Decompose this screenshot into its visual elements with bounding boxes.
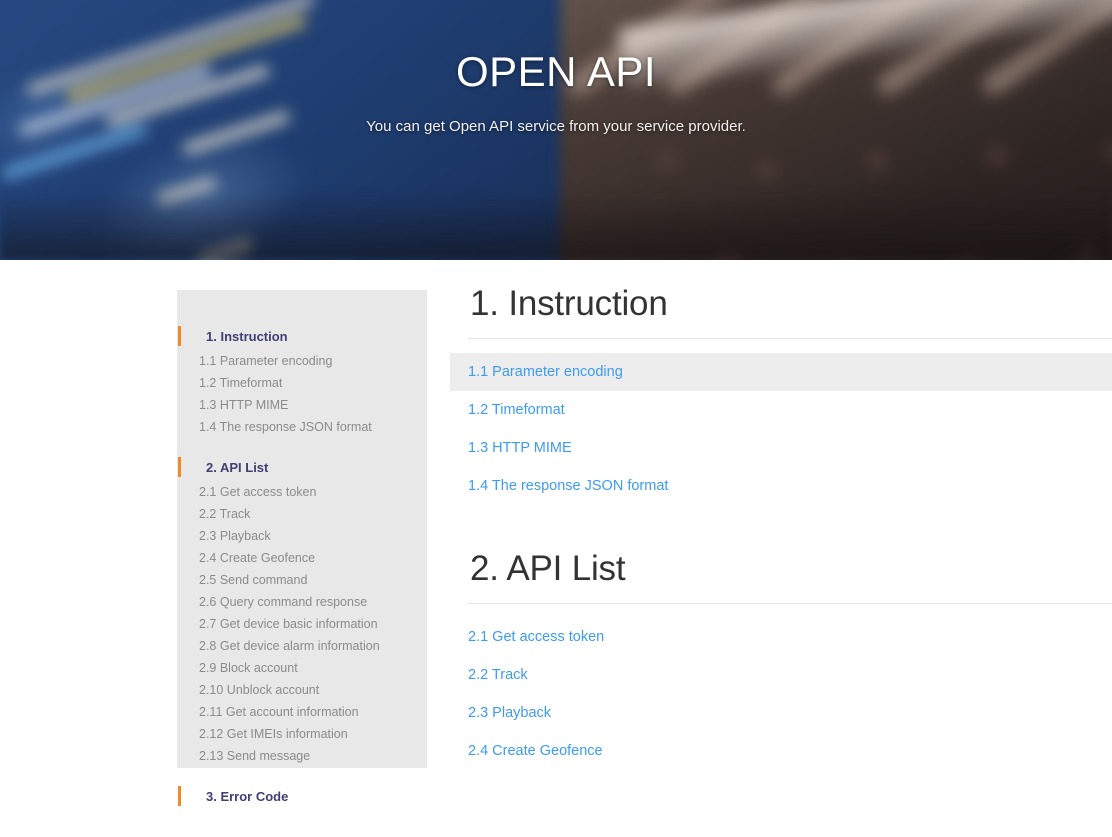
sidebar-item-2-13[interactable]: 2.13 Send message	[177, 745, 427, 767]
content-heading-2: 2. API List	[468, 549, 1112, 603]
content-link-list-2: 2.1 Get access token 2.2 Track 2.3 Playbac…	[468, 618, 1112, 770]
sidebar-item-2-12[interactable]: 2.12 Get IMEIs information	[177, 723, 427, 745]
content-link[interactable]: 2.1 Get access token	[468, 629, 604, 645]
heading-divider	[468, 603, 1112, 604]
accent-bar-icon	[178, 326, 181, 346]
content-link[interactable]: 2.4 Create Geofence	[468, 743, 603, 759]
sidebar-item-2-2[interactable]: 2.2 Track	[177, 503, 427, 525]
content-link-row[interactable]: 2.3 Playback	[450, 694, 1112, 732]
sidebar-item-2-3[interactable]: 2.3 Playback	[177, 525, 427, 547]
accent-bar-icon	[178, 786, 181, 806]
accent-bar-icon	[178, 457, 181, 477]
content-link-row[interactable]: 2.4 Create Geofence	[450, 732, 1112, 770]
content-heading-1: 1. Instruction	[468, 284, 1112, 338]
section-spacer	[468, 505, 1112, 549]
sidebar-section-label: 3. Error Code	[206, 789, 288, 804]
sidebar-item-2-1[interactable]: 2.1 Get access token	[177, 481, 427, 503]
content-link[interactable]: 1.3 HTTP MIME	[468, 440, 572, 456]
sidebar-section-1[interactable]: 1. Instruction	[177, 323, 427, 350]
sidebar-list: 1. Instruction 1.1 Parameter encoding1.2 …	[177, 323, 427, 810]
page-title: OPEN API	[0, 0, 1112, 96]
sidebar-section-2[interactable]: 2. API List	[177, 454, 427, 481]
content-link[interactable]: 1.2 Timeformat	[468, 402, 565, 418]
content-link[interactable]: 1.1 Parameter encoding	[468, 364, 623, 380]
sidebar-section-3[interactable]: 3. Error Code	[177, 783, 427, 810]
sidebar-item-1-3[interactable]: 1.3 HTTP MIME	[177, 394, 427, 416]
content-link[interactable]: 1.4 The response JSON format	[468, 478, 668, 494]
sidebar-item-2-9[interactable]: 2.9 Block account	[177, 657, 427, 679]
sidebar-item-2-5[interactable]: 2.5 Send command	[177, 569, 427, 591]
heading-divider	[468, 338, 1112, 339]
hero-bottom-shade	[0, 190, 1112, 260]
content-link-row[interactable]: 2.1 Get access token	[450, 618, 1112, 656]
sidebar-section-label: 1. Instruction	[206, 329, 288, 344]
main-content: 1. Instruction 1.1 Parameter encoding 1.2 …	[468, 284, 1112, 770]
sidebar-item-1-2[interactable]: 1.2 Timeformat	[177, 372, 427, 394]
content-link-row[interactable]: 2.2 Track	[450, 656, 1112, 694]
sidebar-nav: 1. Instruction 1.1 Parameter encoding1.2 …	[177, 290, 427, 768]
content-link[interactable]: 2.3 Playback	[468, 705, 551, 721]
sidebar-item-2-8[interactable]: 2.8 Get device alarm information	[177, 635, 427, 657]
content-link-row[interactable]: 1.4 The response JSON format	[450, 467, 1112, 505]
sidebar-item-1-4[interactable]: 1.4 The response JSON format	[177, 416, 427, 438]
content-link-row[interactable]: 1.1 Parameter encoding	[450, 353, 1112, 391]
sidebar-item-2-7[interactable]: 2.7 Get device basic information	[177, 613, 427, 635]
hero-banner: OPEN API You can get Open API service fr…	[0, 0, 1112, 260]
page-body: 1. Instruction1.1 Parameter encoding1.2 …	[0, 260, 1112, 837]
sidebar-item-2-10[interactable]: 2.10 Unblock account	[177, 679, 427, 701]
sidebar-section-label: 2. API List	[206, 460, 268, 475]
content-link-list-1: 1.1 Parameter encoding 1.2 Timeformat 1.3 …	[468, 353, 1112, 505]
content-link-row[interactable]: 1.3 HTTP MIME	[450, 429, 1112, 467]
sidebar-item-1-1[interactable]: 1.1 Parameter encoding	[177, 350, 427, 372]
content-link-row[interactable]: 1.2 Timeformat	[450, 391, 1112, 429]
sidebar-item-2-6[interactable]: 2.6 Query command response	[177, 591, 427, 613]
page-subtitle: You can get Open API service from your s…	[0, 96, 1112, 135]
content-link[interactable]: 2.2 Track	[468, 667, 528, 683]
sidebar-item-2-11[interactable]: 2.11 Get account information	[177, 701, 427, 723]
sidebar-item-2-4[interactable]: 2.4 Create Geofence	[177, 547, 427, 569]
hero-text-block: OPEN API You can get Open API service fr…	[0, 0, 1112, 135]
